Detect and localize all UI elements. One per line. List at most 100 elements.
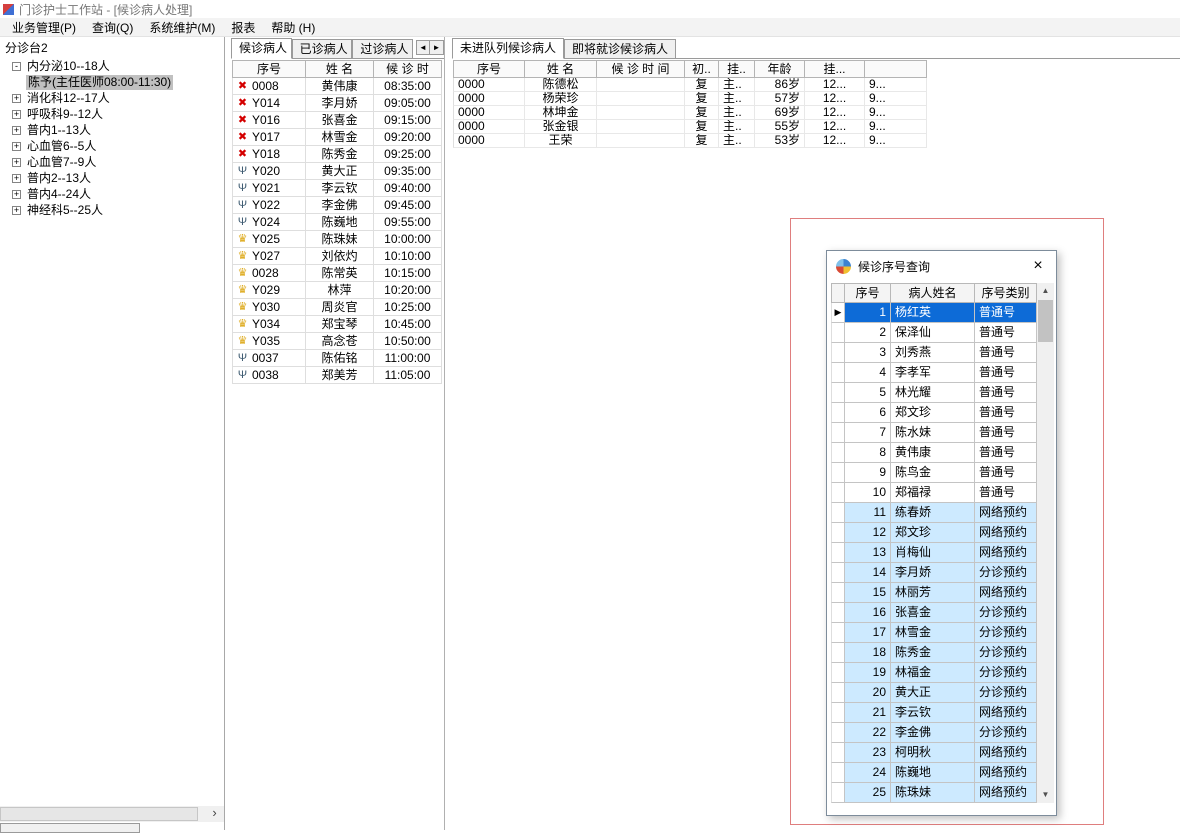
- expand-minus-icon[interactable]: -: [12, 61, 21, 71]
- tab-waiting-1[interactable]: 候诊病人: [231, 38, 292, 59]
- dialog-row[interactable]: ▶ 1 杨红英 普通号: [831, 303, 1037, 323]
- dialog-row[interactable]: 11 练春娇 网络预约: [831, 503, 1037, 523]
- tab-queue-1[interactable]: 未进队列候诊病人: [452, 38, 565, 59]
- table-row[interactable]: ✖ Y014 李月娇 09:05:00: [232, 95, 442, 112]
- table-row[interactable]: Ψ Y024 陈巍地 09:55:00: [232, 214, 442, 231]
- tree-item-department[interactable]: + 心血管6--5人: [0, 138, 224, 154]
- menu-item-4[interactable]: 报表: [223, 18, 263, 37]
- table-row[interactable]: ♛ Y035 高念苍 10:50:00: [232, 333, 442, 350]
- hscroll-thumb[interactable]: [0, 807, 198, 821]
- dialog-row[interactable]: 2 保泽仙 普通号: [831, 323, 1037, 343]
- dialog-row[interactable]: 14 李月娇 分诊预约: [831, 563, 1037, 583]
- tree-item-department[interactable]: + 呼吸科9--12人: [0, 106, 224, 122]
- dialog-row[interactable]: 19 林福金 分诊预约: [831, 663, 1037, 683]
- close-icon[interactable]: ×: [1029, 258, 1047, 274]
- dialog-row[interactable]: 16 张喜金 分诊预约: [831, 603, 1037, 623]
- table-row[interactable]: ✖ 0008 黄伟康 08:35:00: [232, 78, 442, 95]
- dialog-row[interactable]: 22 李金佛 分诊预约: [831, 723, 1037, 743]
- dialog-row[interactable]: 6 郑文珍 普通号: [831, 403, 1037, 423]
- dialog-scrollbar[interactable]: ▲ ▼: [1037, 283, 1054, 803]
- dialog-row[interactable]: 15 林丽芳 网络预约: [831, 583, 1037, 603]
- expand-plus-icon[interactable]: +: [12, 141, 21, 151]
- tab-queue-2[interactable]: 即将就诊候诊病人: [564, 39, 677, 58]
- table-row[interactable]: ♛ Y030 周炎官 10:25:00: [232, 299, 442, 316]
- dialog-row[interactable]: 13 肖梅仙 网络预约: [831, 543, 1037, 563]
- patient-name-cell: 李金佛: [306, 197, 374, 214]
- table-row[interactable]: ✖ Y018 陈秀金 09:25:00: [232, 146, 442, 163]
- scrollbar-thumb[interactable]: [1038, 300, 1053, 342]
- table-row[interactable]: ♛ Y027 刘依灼 10:10:00: [232, 248, 442, 265]
- table-row[interactable]: Ψ Y021 李云钦 09:40:00: [232, 180, 442, 197]
- queue-reg-cell: 主..: [719, 134, 755, 148]
- tree-item-department[interactable]: + 普内1--13人: [0, 122, 224, 138]
- table-row[interactable]: ♛ Y034 郑宝琴 10:45:00: [232, 316, 442, 333]
- tree-root[interactable]: 分诊台2: [0, 37, 224, 58]
- dialog-row[interactable]: 4 李孝军 普通号: [831, 363, 1037, 383]
- dialog-row[interactable]: 21 李云钦 网络预约: [831, 703, 1037, 723]
- table-row[interactable]: Ψ Y020 黄大正 09:35:00: [232, 163, 442, 180]
- table-row[interactable]: Ψ Y022 李金佛 09:45:00: [232, 197, 442, 214]
- queue-fee-cell: 12...: [805, 106, 865, 120]
- tree-hscrollbar[interactable]: ›: [0, 806, 224, 822]
- tree-item-doctor[interactable]: 陈予(主任医师08:00-11:30): [0, 74, 224, 90]
- table-row[interactable]: 0000 杨荣珍 复主.. 57岁 12... 9...: [453, 92, 927, 106]
- expand-plus-icon[interactable]: +: [12, 157, 21, 167]
- tree-item-department[interactable]: + 神经科5--25人: [0, 202, 224, 218]
- table-row[interactable]: Ψ 0038 郑美芳 11:05:00: [232, 367, 442, 384]
- waiting-time-cell: 09:25:00: [374, 146, 442, 163]
- dialog-row[interactable]: 25 陈珠妹 网络预约: [831, 783, 1037, 803]
- menu-item-5[interactable]: 帮助 (H): [263, 18, 323, 37]
- tab-waiting-2[interactable]: 已诊病人: [291, 39, 353, 58]
- table-row[interactable]: 0000 张金银 复主.. 55岁 12... 9...: [453, 120, 927, 134]
- tab-scroll-right-icon[interactable]: ►: [430, 41, 444, 54]
- dialog-grid-body: ▶ 1 杨红英 普通号 2 保泽仙 普通号 3 刘秀燕 普通号 4 李孝军 普通号 5 林光耀 普通号 6 郑文珍…: [831, 303, 1037, 803]
- dialog-row[interactable]: 3 刘秀燕 普通号: [831, 343, 1037, 363]
- scroll-right-icon[interactable]: ›: [206, 806, 223, 822]
- tree-item-department[interactable]: + 消化科12--17人: [0, 90, 224, 106]
- expand-plus-icon[interactable]: +: [12, 189, 21, 199]
- dialog-row[interactable]: 7 陈水妹 普通号: [831, 423, 1037, 443]
- dialog-row[interactable]: 9 陈鸟金 普通号: [831, 463, 1037, 483]
- menu-item-2[interactable]: 查询(Q): [84, 18, 141, 37]
- dialog-row[interactable]: 17 林雪金 分诊预约: [831, 623, 1037, 643]
- queue-reg-cell: 主..: [719, 120, 755, 134]
- table-row[interactable]: ♛ Y029 林萍 10:20:00: [232, 282, 442, 299]
- table-row[interactable]: ♛ Y025 陈珠妹 10:00:00: [232, 231, 442, 248]
- serial-no-cell: 3: [845, 343, 891, 363]
- column-header: 病人姓名: [891, 283, 975, 303]
- expand-plus-icon[interactable]: +: [12, 205, 21, 215]
- dialog-row[interactable]: 24 陈巍地 网络预约: [831, 763, 1037, 783]
- table-row[interactable]: 0000 陈德松 复主.. 86岁 12... 9...: [453, 78, 927, 92]
- tree-item-department[interactable]: + 普内4--24人: [0, 186, 224, 202]
- tree-item-department[interactable]: + 普内2--13人: [0, 170, 224, 186]
- dialog-row[interactable]: 20 黄大正 分诊预约: [831, 683, 1037, 703]
- dialog-title-bar[interactable]: 候诊序号查询 ×: [827, 251, 1056, 281]
- dialog-row[interactable]: 10 郑福禄 普通号: [831, 483, 1037, 503]
- table-row[interactable]: Ψ 0037 陈佑铭 11:00:00: [232, 350, 442, 367]
- table-row[interactable]: ♛ 0028 陈常英 10:15:00: [232, 265, 442, 282]
- menu-item-3[interactable]: 系统维护(M): [141, 18, 223, 37]
- menu-item-1[interactable]: 业务管理(P): [4, 18, 84, 37]
- dialog-row[interactable]: 23 柯明秋 网络预约: [831, 743, 1037, 763]
- dialog-row[interactable]: 18 陈秀金 分诊预约: [831, 643, 1037, 663]
- expand-plus-icon[interactable]: +: [12, 93, 21, 103]
- tree-item-department[interactable]: - 内分泌10--18人: [0, 58, 224, 74]
- table-row[interactable]: ✖ Y017 林雪金 09:20:00: [232, 129, 442, 146]
- tab-waiting-3[interactable]: 过诊病人: [352, 39, 414, 58]
- tab-scroll-left-icon[interactable]: ◄: [417, 41, 431, 54]
- scroll-down-icon[interactable]: ▼: [1037, 787, 1054, 803]
- expand-plus-icon[interactable]: +: [12, 109, 21, 119]
- dialog-row[interactable]: 5 林光耀 普通号: [831, 383, 1037, 403]
- dialog-row[interactable]: 8 黄伟康 普通号: [831, 443, 1037, 463]
- patient-name-cell: 刘依灼: [306, 248, 374, 265]
- table-row[interactable]: 0000 王荣 复主.. 53岁 12... 9...: [453, 134, 927, 148]
- dialog-row[interactable]: 12 郑文珍 网络预约: [831, 523, 1037, 543]
- patient-no: 0038: [252, 368, 279, 382]
- table-row[interactable]: ✖ Y016 张喜金 09:15:00: [232, 112, 442, 129]
- expand-plus-icon[interactable]: +: [12, 125, 21, 135]
- tree-item-department[interactable]: + 心血管7--9人: [0, 154, 224, 170]
- table-row[interactable]: 0000 林坤金 复主.. 69岁 12... 9...: [453, 106, 927, 120]
- scroll-up-icon[interactable]: ▲: [1037, 283, 1054, 299]
- patient-name-cell: 郑美芳: [306, 367, 374, 384]
- expand-plus-icon[interactable]: +: [12, 173, 21, 183]
